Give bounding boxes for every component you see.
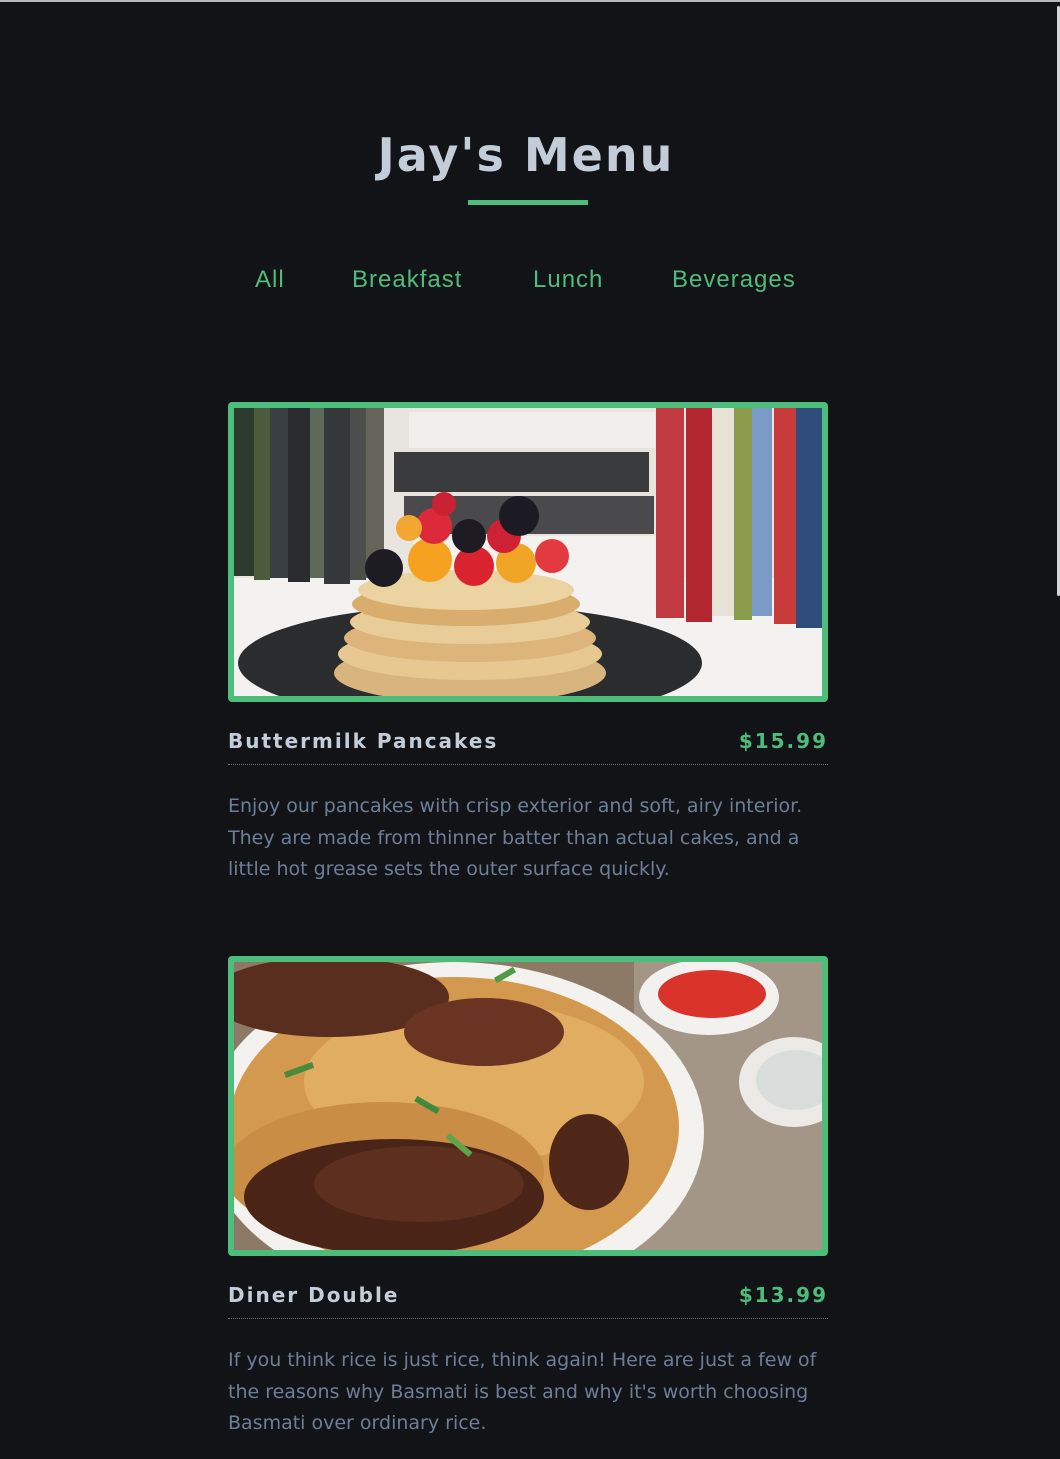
pancakes-illustration — [234, 408, 822, 696]
biryani-illustration — [234, 962, 822, 1250]
scrollbar[interactable] — [1056, 2, 1060, 1443]
filter-beverages-button[interactable]: Beverages — [672, 264, 796, 296]
browser-edge — [0, 0, 1060, 2]
chicken-biryani-photo — [228, 956, 828, 1256]
menu-item-header: Buttermilk Pancakes $15.99 — [228, 702, 828, 765]
menu-item-description: If you think rice is just rice, think ag… — [228, 1349, 817, 1434]
menu-item-header: Diner Double $13.99 — [228, 1256, 828, 1319]
title-underline — [468, 200, 588, 205]
category-filter-nav: All Breakfast Lunch Beverages — [0, 264, 1052, 296]
filter-lunch-button[interactable]: Lunch — [533, 264, 603, 296]
page-title: Jay's Menu — [377, 128, 675, 182]
pancakes-photo — [228, 402, 828, 702]
menu-item: Diner Double $13.99 If you think rice is… — [228, 956, 828, 1459]
menu-item: Buttermilk Pancakes $15.99 Enjoy our pan… — [228, 402, 828, 905]
filter-breakfast-button[interactable]: Breakfast — [352, 264, 462, 296]
menu-item-price: $13.99 — [738, 1283, 828, 1307]
menu-item-name: Buttermilk Pancakes — [228, 729, 499, 753]
filter-all-button[interactable]: All — [255, 264, 285, 296]
menu-item-description: Enjoy our pancakes with crisp exterior a… — [228, 795, 803, 880]
menu-item-name: Diner Double — [228, 1283, 400, 1307]
menu-item-price: $15.99 — [738, 729, 828, 753]
